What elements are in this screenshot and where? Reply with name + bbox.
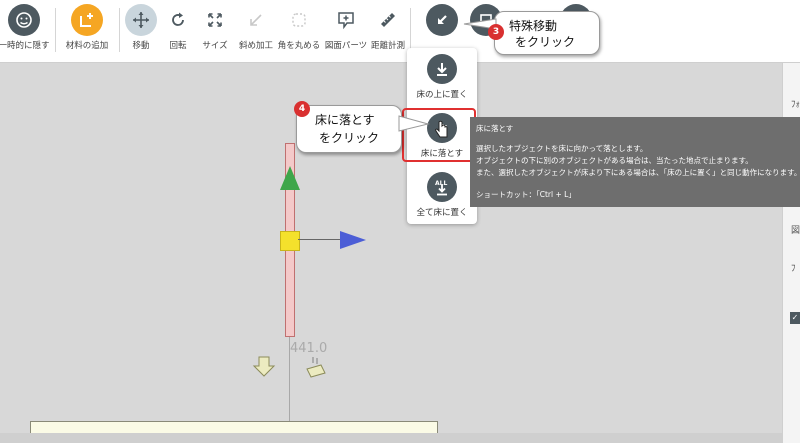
special-move-icon xyxy=(426,4,458,36)
callout-text: 床に落とす xyxy=(315,113,375,127)
menu-item-place-on-floor[interactable]: 床の上に置く xyxy=(407,54,477,100)
hide-icon xyxy=(8,4,40,36)
axis-handle[interactable] xyxy=(280,231,300,251)
resize-icon xyxy=(199,4,231,36)
round-corners-icon xyxy=(283,4,315,36)
ruler-icon xyxy=(372,4,404,36)
hand-cursor-icon xyxy=(435,120,448,138)
toolbar-divider xyxy=(410,8,411,52)
download-icon xyxy=(427,54,457,84)
tooltip-line: また、選択したオブジェクトが床より下にある場合は、「床の上に置く」と同じ動作にな… xyxy=(476,168,800,177)
tooltip: 床に落とす 選択したオブジェクトを床に向かって落とします。 オブジェクトの下に別… xyxy=(470,117,800,207)
axis-up-arrow-icon[interactable] xyxy=(276,164,304,194)
axis-x-line xyxy=(298,239,340,240)
right-panel-text: 図 xyxy=(791,226,800,236)
callout-step-4: 床に落とす をクリック xyxy=(296,105,402,153)
hide-tool[interactable]: 一時的に隠す xyxy=(0,4,52,51)
checkbox[interactable]: ✓ xyxy=(790,312,800,324)
all-download-icon: ALL xyxy=(427,172,457,202)
drop-marker-icon xyxy=(252,356,276,377)
tooltip-title: 床に落とす xyxy=(476,124,514,133)
axis-right-arrow-icon[interactable] xyxy=(338,229,368,251)
tooltip-line: 選択したオブジェクトを床に向かって落とします。 xyxy=(476,144,648,153)
main-toolbar: 一時的に隠す 材料の追加 移動 回転 サイズ 斜め加工 角を丸める 図面パーツ … xyxy=(0,0,800,63)
callout-text: 特殊移動 xyxy=(509,19,558,33)
right-panel-text: ﾌ xyxy=(791,264,796,274)
callout-text: をクリック xyxy=(515,35,576,49)
add-material-tool[interactable]: 材料の追加 xyxy=(59,4,115,51)
callout-pointer xyxy=(398,115,430,132)
horizontal-scrollbar[interactable] xyxy=(0,433,782,443)
menu-item-place-all[interactable]: ALL 全て床に置く xyxy=(407,172,477,218)
dimension-label: 441.0 xyxy=(290,341,328,356)
callout-text: をクリック xyxy=(319,131,380,145)
bevel-icon xyxy=(240,4,272,36)
rotate-marker-icon xyxy=(306,357,326,378)
step-3-badge: 3 xyxy=(488,24,504,40)
drawing-parts-icon xyxy=(330,4,362,36)
measure-tool[interactable]: 距離計測 xyxy=(360,4,416,51)
tooltip-shortcut: ショートカット：「Ctrl + L」 xyxy=(476,190,576,199)
add-material-label: 材料の追加 xyxy=(65,41,109,51)
tooltip-line: オブジェクトの下に別のオブジェクトがある場合は、当たった地点で止まります。 xyxy=(476,156,753,165)
right-panel-text: ﾌｫ xyxy=(791,100,800,110)
callout-step-3: 特殊移動 をクリック xyxy=(494,11,600,55)
step-4-badge: 4 xyxy=(294,101,310,117)
toolbar-divider xyxy=(55,8,56,52)
menu-label: 全て床に置く xyxy=(416,208,468,218)
hide-label: 一時的に隠す xyxy=(0,41,50,51)
menu-label: 床の上に置く xyxy=(416,90,468,100)
add-material-icon xyxy=(71,4,103,36)
